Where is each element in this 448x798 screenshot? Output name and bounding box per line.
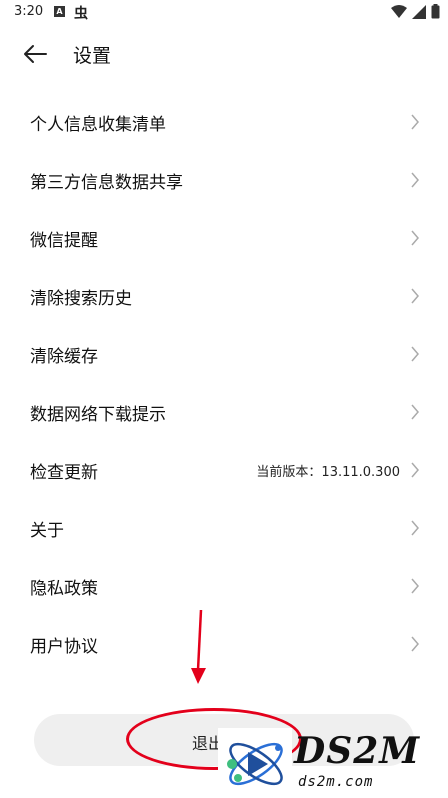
annotation-arrow [191,609,206,684]
chevron-right-icon [411,462,419,478]
chevron-right-icon [411,578,419,594]
menu-item-clear-cache[interactable]: 清除缓存 [0,325,448,383]
menu-item-data-network-download[interactable]: 数据网络下载提示 [0,383,448,441]
header: 设置 [0,36,448,72]
page-title: 设置 [73,45,112,67]
menu-item-label: 用户协议 [30,636,98,657]
chevron-right-icon [411,404,419,420]
menu-item-label: 清除缓存 [30,346,98,367]
menu-item-check-update[interactable]: 检查更新 当前版本：13.11.0.300 [0,441,448,499]
menu-item-label: 检查更新 [30,462,98,483]
current-version: 当前版本：13.11.0.300 [256,464,400,480]
status-icons [391,4,440,19]
battery-icon [431,4,440,19]
back-button[interactable] [22,40,58,68]
chevron-right-icon [411,230,419,246]
menu-item-privacy-policy[interactable]: 隐私政策 [0,557,448,615]
status-bar: 3:20 A 虫 [0,0,448,24]
menu-item-about[interactable]: 关于 [0,499,448,557]
menu-item-label: 隐私政策 [30,578,98,599]
menu-item-label: 个人信息收集清单 [30,114,166,135]
menu-item-personal-info-list[interactable]: 个人信息收集清单 [0,93,448,151]
watermark-brand: DS2M [294,730,421,772]
notification-a-icon: A [54,6,65,17]
wifi-icon [391,4,407,18]
menu-item-third-party-sharing[interactable]: 第三方信息数据共享 [0,151,448,209]
menu-item-label: 微信提醒 [30,230,98,251]
chevron-right-icon [411,346,419,362]
menu-item-user-agreement[interactable]: 用户协议 [0,615,448,673]
menu-item-label: 第三方信息数据共享 [30,172,183,193]
menu-item-label: 数据网络下载提示 [30,404,166,425]
signal-icon [412,4,426,19]
status-time: 3:20 [14,4,44,19]
menu-item-wechat-reminder[interactable]: 微信提醒 [0,209,448,267]
chevron-right-icon [411,288,419,304]
menu-item-clear-search-history[interactable]: 清除搜索历史 [0,267,448,325]
menu-item-label: 关于 [30,520,64,541]
chevron-right-icon [411,520,419,536]
watermark: DS2M ds2m.com [218,728,448,798]
menu-item-label: 清除搜索历史 [30,288,132,309]
atom-logo-icon [218,728,292,798]
watermark-url: ds2m.com [298,774,374,790]
chevron-right-icon [411,172,419,188]
chevron-right-icon [411,114,419,130]
settings-menu: 个人信息收集清单 第三方信息数据共享 微信提醒 清除搜索历史 清除缓存 数据网络… [0,93,448,673]
notification-bug-icon: 虫 [74,6,88,22]
chevron-right-icon [411,636,419,652]
back-arrow-icon [24,45,47,63]
